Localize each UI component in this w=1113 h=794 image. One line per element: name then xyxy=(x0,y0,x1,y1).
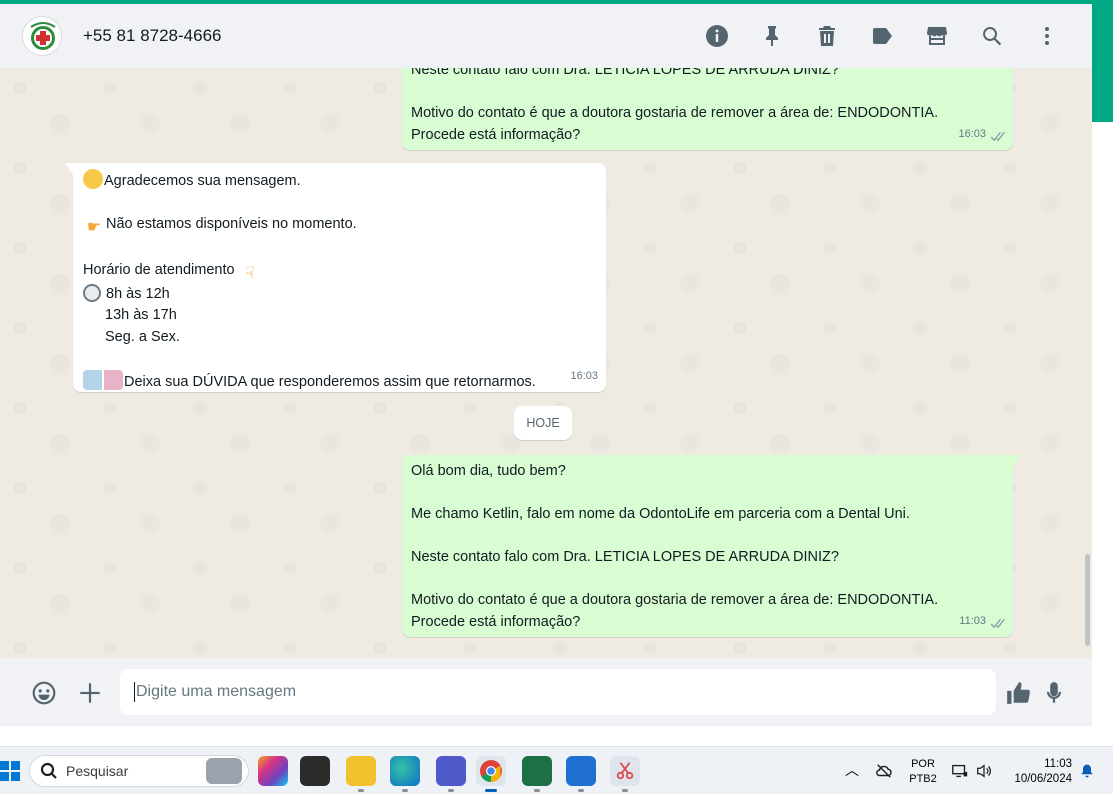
bell-icon xyxy=(1081,764,1093,778)
info-icon[interactable] xyxy=(689,18,744,54)
menu-icon[interactable] xyxy=(1019,18,1074,54)
scissors-icon xyxy=(616,762,634,780)
message-line: Me chamo Ketlin, falo em nome da OdontoL… xyxy=(411,506,910,522)
cloud-offline-icon[interactable] xyxy=(874,761,894,781)
message-line: ☛ Não estamos disponíveis no momento. xyxy=(83,214,596,238)
windows-taskbar: Pesquisar ︿ POR PTB2 11:03 10/06/2024 xyxy=(0,746,1113,794)
teams-app-icon[interactable] xyxy=(436,756,466,792)
message-line: 8h às 12h xyxy=(83,283,596,306)
grinning-emoji-icon xyxy=(83,169,103,189)
snipping-tool-icon[interactable] xyxy=(610,756,640,792)
message-line xyxy=(83,348,596,370)
message-line: Agradecemos sua mensagem. xyxy=(83,169,596,193)
edge-browser-icon[interactable] xyxy=(390,756,420,792)
chat-messages-area[interactable]: Neste contato falo com Dra. LETICIA LOPE… xyxy=(0,68,1092,658)
message-input[interactable] xyxy=(120,669,996,715)
message-line xyxy=(411,82,1004,104)
clock-date: 10/06/2024 xyxy=(1014,773,1072,785)
window-bottom-edge xyxy=(0,726,1113,746)
delete-icon[interactable] xyxy=(799,18,854,54)
message-line: Procede está informação? xyxy=(411,126,581,143)
pin-icon[interactable] xyxy=(744,18,799,54)
cloud-slash-icon xyxy=(876,764,892,778)
network-icon[interactable] xyxy=(950,761,970,781)
date-divider: HOJE xyxy=(514,406,572,440)
notification-bell-icon[interactable] xyxy=(1078,761,1096,781)
outgoing-message[interactable]: Neste contato falo com Dra. LETICIA LOPE… xyxy=(402,68,1013,150)
file-explorer-icon[interactable] xyxy=(346,756,376,792)
excel-app-icon[interactable] xyxy=(522,756,552,792)
message-line: 13h às 17h xyxy=(105,307,177,323)
microphone-icon[interactable] xyxy=(1040,680,1068,706)
taskbar-search[interactable]: Pesquisar xyxy=(29,755,249,787)
pointing-right-emoji-icon: ☛ xyxy=(86,219,102,236)
volume-icon[interactable] xyxy=(974,761,994,781)
language-indicator[interactable]: POR PTB2 xyxy=(903,756,943,788)
message-time: 11:03 xyxy=(959,614,986,627)
message-time: 16:03 xyxy=(570,369,598,382)
keyboard-layout: PTB2 xyxy=(909,773,937,785)
monitor-icon xyxy=(952,764,968,778)
message-line: Deixa sua DÚVIDA que responderemos assim… xyxy=(83,369,596,394)
message-time: 16:03 xyxy=(958,127,986,140)
search-icon[interactable] xyxy=(964,18,1019,54)
language-code: POR xyxy=(911,758,935,770)
taskbar-search-label: Pesquisar xyxy=(66,763,129,779)
search-icon xyxy=(40,762,58,780)
double-check-icon xyxy=(989,616,1005,628)
copilot-app-icon[interactable] xyxy=(258,756,288,786)
people-emoji-icon xyxy=(83,369,123,390)
speaker-icon xyxy=(977,764,991,778)
contact-name[interactable]: +55 81 8728-4666 xyxy=(83,26,222,46)
window-right-edge xyxy=(1092,122,1113,746)
chevron-up-icon[interactable]: ︿ xyxy=(843,761,861,779)
message-meta: 11:03 xyxy=(959,611,1005,633)
window-accent-edge xyxy=(1092,0,1113,122)
search-highlight-image xyxy=(206,758,242,784)
message-meta: 16:03 xyxy=(570,366,598,388)
message-line: Motivo do contato é que a doutora gostar… xyxy=(411,105,939,121)
header-actions xyxy=(689,18,1074,54)
message-line: Neste contato falo com Dra. LETICIA LOPE… xyxy=(411,549,839,565)
chat-header: +55 81 8728-4666 xyxy=(0,4,1092,68)
incoming-message[interactable]: Agradecemos sua mensagem. ☛ Não estamos d… xyxy=(65,163,606,394)
contact-avatar[interactable] xyxy=(22,16,62,56)
notepad-app-icon[interactable] xyxy=(566,756,596,792)
message-line xyxy=(411,483,1004,505)
message-line: Horário de atendimento ☟ xyxy=(83,260,596,284)
windows-start-icon[interactable] xyxy=(0,761,20,781)
task-view-icon[interactable] xyxy=(300,756,330,786)
pointing-down-emoji-icon: ☟ xyxy=(244,264,255,282)
message-line: Neste contato falo com Dra. LETICIA LOPE… xyxy=(411,68,839,78)
emoji-icon[interactable] xyxy=(30,680,58,706)
outgoing-message[interactable]: Olá bom dia, tudo bem? Me chamo Ketlin, … xyxy=(402,455,1021,637)
clinic-logo-icon xyxy=(24,18,61,55)
chrome-browser-icon[interactable] xyxy=(476,756,506,792)
thumbs-up-icon[interactable] xyxy=(1004,680,1032,706)
message-line xyxy=(83,193,596,215)
clock-time: 11:03 xyxy=(1044,758,1072,770)
message-line: Olá bom dia, tudo bem? xyxy=(411,463,566,479)
store-icon[interactable] xyxy=(909,18,964,54)
system-clock[interactable]: 11:03 10/06/2024 xyxy=(1004,756,1072,788)
label-icon[interactable] xyxy=(854,18,909,54)
message-line xyxy=(411,526,1004,548)
stopwatch-emoji-icon xyxy=(83,283,101,302)
message-composer xyxy=(0,658,1092,726)
message-line xyxy=(83,238,596,260)
text-caret xyxy=(134,682,135,702)
scrollbar-thumb[interactable] xyxy=(1085,554,1090,646)
attach-plus-icon[interactable] xyxy=(76,680,104,706)
double-check-icon xyxy=(989,129,1005,141)
chat-scrollbar[interactable] xyxy=(1084,68,1092,658)
message-meta: 16:03 xyxy=(958,124,1005,146)
message-line: Seg. a Sex. xyxy=(105,328,180,345)
message-line xyxy=(411,569,1004,591)
message-line: Procede está informação? xyxy=(411,613,581,630)
chrome-logo-icon xyxy=(480,760,502,782)
message-line: Motivo do contato é que a doutora gostar… xyxy=(411,592,939,608)
